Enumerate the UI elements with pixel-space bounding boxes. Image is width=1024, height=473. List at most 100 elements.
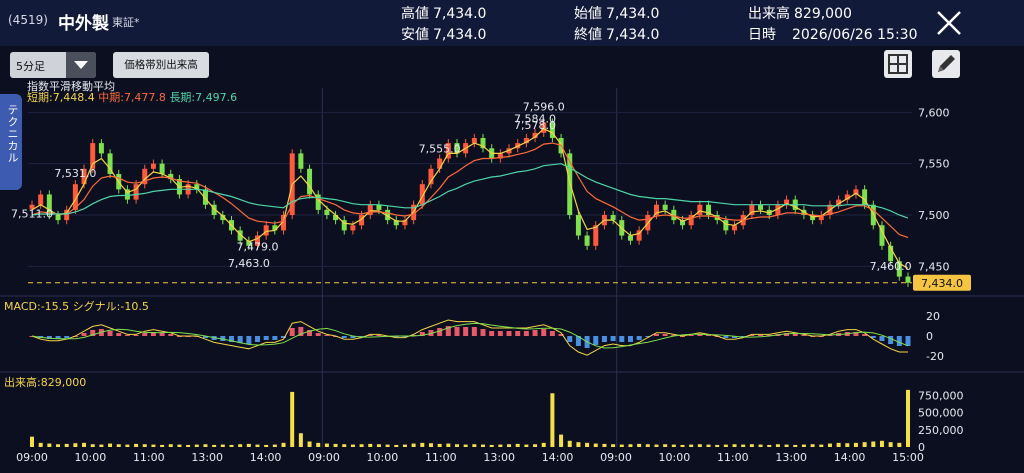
volume-bar (108, 443, 113, 447)
ema-line-1 (31, 127, 909, 269)
macd-bar (159, 333, 165, 336)
volume-bar (428, 443, 433, 447)
volume-bar (515, 443, 520, 447)
volume-bar (775, 444, 780, 447)
macd-bar (81, 333, 87, 336)
volume-bar (767, 444, 772, 447)
volume-bar (359, 444, 364, 447)
macd-bar (255, 336, 261, 342)
time-axis-label: 09:00 (16, 451, 48, 464)
time-axis-label: 10:00 (75, 451, 107, 464)
volume-bar (732, 444, 737, 447)
volume-bar (559, 434, 564, 447)
volume-bar (333, 443, 338, 447)
volume-bar (38, 442, 43, 447)
volume-bar (420, 442, 425, 447)
volume-bar (177, 444, 182, 447)
macd-bar (532, 330, 538, 336)
time-axis-label: 14:00 (834, 451, 866, 464)
volume-bar (793, 444, 798, 447)
macd-bar (662, 334, 668, 336)
price-annotation: 7,531.0 (54, 167, 96, 180)
volume-bar (350, 444, 355, 447)
macd-bar (549, 331, 555, 336)
time-axis-label: 14:00 (250, 451, 282, 464)
candle-body (627, 235, 633, 241)
volume-tick-label: 750,000 (918, 389, 964, 402)
volume-bar (220, 444, 225, 447)
volume-bar (689, 444, 694, 447)
macd-bar (454, 327, 460, 336)
macd-bar (610, 336, 616, 341)
volume-bar (524, 444, 529, 447)
volume-bar (368, 443, 373, 447)
price-annotation: 7,463.0 (228, 257, 270, 270)
volume-bar (160, 444, 165, 447)
volume-bar (715, 444, 720, 447)
price-annotation: 7,479.0 (237, 241, 279, 254)
volume-bar (446, 443, 451, 447)
volume-bar (645, 444, 650, 447)
macd-bar (124, 335, 130, 336)
macd-bar (888, 336, 894, 344)
volume-bar (454, 444, 459, 447)
macd-bar (723, 336, 729, 338)
candle-body (324, 209, 330, 215)
volume-bar (862, 442, 867, 447)
macd-bar (567, 336, 573, 342)
macd-bar (593, 336, 599, 345)
volume-bar (385, 444, 390, 447)
macd-bar (515, 331, 521, 336)
price-tick-label: 7,450 (918, 260, 950, 273)
price-tick-label: 7,550 (918, 158, 950, 171)
chart-area[interactable]: 7,6007,5507,5007,4507,578.07,511.07,555.… (0, 0, 1024, 473)
volume-bar (376, 444, 381, 447)
volume-bar (142, 444, 147, 447)
candle-body (350, 225, 356, 231)
volume-bar (203, 444, 208, 447)
volume-bar (836, 442, 841, 447)
candle-body (38, 194, 44, 205)
macd-bar (107, 331, 113, 336)
time-axis-label: 13:00 (483, 451, 515, 464)
time-axis-label: 11:00 (717, 451, 749, 464)
candle-body (98, 143, 104, 154)
macd-bar (142, 333, 148, 336)
candle-body (307, 168, 313, 195)
volume-bar (637, 443, 642, 447)
time-axis-label: 15:00 (892, 451, 924, 464)
volume-bar (853, 442, 858, 447)
volume-bar (706, 444, 711, 447)
volume-bar (663, 444, 668, 447)
macd-bar (792, 334, 798, 336)
volume-bar (316, 442, 321, 447)
volume-bar (507, 444, 512, 447)
volume-bar (723, 444, 728, 447)
volume-bar (749, 444, 754, 447)
volume-bar (697, 444, 702, 447)
time-axis-label: 09:00 (600, 451, 632, 464)
time-axis-label: 13:00 (775, 451, 807, 464)
volume-bar (810, 444, 815, 447)
volume-bar (272, 444, 277, 447)
volume-bar (264, 444, 269, 447)
volume-bar (654, 444, 659, 447)
candle-body (298, 153, 304, 169)
volume-bar (489, 444, 494, 447)
candle-body (367, 204, 373, 215)
volume-bar (238, 444, 243, 447)
macd-bar (289, 328, 295, 336)
time-axis-label: 10:00 (659, 451, 691, 464)
volume-bar (99, 444, 104, 447)
volume-bar (281, 442, 286, 447)
volume-bar (611, 444, 616, 447)
volume-bar (498, 444, 503, 447)
macd-bar (523, 331, 529, 336)
volume-bar (290, 391, 295, 447)
volume-bar (602, 443, 607, 447)
time-axis-label: 11:00 (425, 451, 457, 464)
candle-body (64, 209, 70, 221)
volume-bar (680, 444, 685, 447)
candle-body (575, 214, 581, 236)
volume-bar (758, 444, 763, 447)
